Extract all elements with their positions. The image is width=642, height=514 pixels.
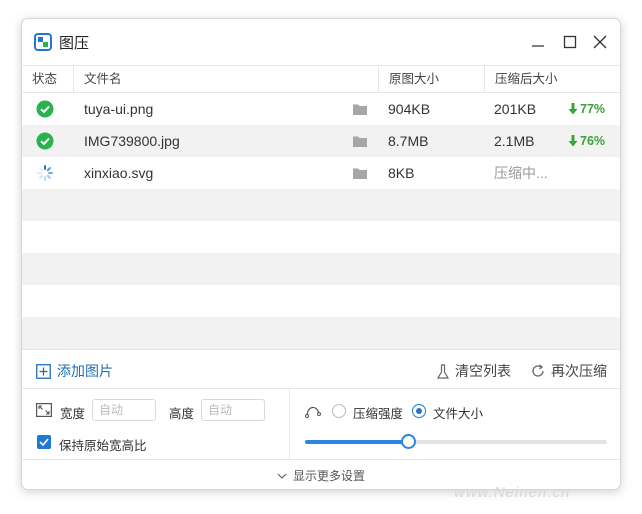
reduction-ratio-value: 76% — [580, 134, 606, 148]
minimize-button[interactable] — [528, 32, 548, 52]
chevron-down-icon — [277, 473, 287, 479]
add-image-label: 添加图片 — [57, 363, 113, 379]
close-button[interactable] — [590, 32, 610, 52]
mode-quality-radio[interactable] — [332, 404, 346, 418]
window-title: 图压 — [59, 35, 90, 52]
column-header-name[interactable]: 文件名 — [74, 66, 379, 93]
column-header-status[interactable]: 状态 — [22, 66, 74, 93]
settings-panel: 宽度 高度 保持原始宽高比 压缩强度 文件大小 — [22, 388, 620, 460]
app-window: 图压 状态 文件名 原图大小 压缩后大小 tuya-ui.png 904KB 2… — [21, 18, 621, 490]
slider-fill — [305, 440, 408, 444]
reduction-ratio: 77% — [568, 93, 605, 125]
mode-quality-label: 压缩强度 — [353, 407, 404, 421]
file-name: IMG739800.jpg — [84, 133, 180, 149]
curve-tool-icon — [305, 406, 321, 418]
folder-icon[interactable] — [353, 125, 367, 157]
arrow-down-icon — [568, 135, 578, 147]
loading-spinner-icon — [36, 157, 58, 189]
reduction-ratio: 76% — [568, 125, 605, 157]
table-row[interactable]: tuya-ui.png 904KB 201KB 77% — [22, 93, 620, 125]
minimize-icon — [532, 45, 544, 47]
success-check-icon — [36, 125, 58, 157]
height-input[interactable] — [201, 399, 265, 421]
mode-size-radio[interactable] — [412, 404, 426, 418]
resize-icon — [36, 403, 52, 417]
action-toolbar: 添加图片 清空列表 再次压缩 — [22, 349, 620, 388]
broom-icon — [437, 363, 449, 379]
original-size: 8KB — [388, 165, 415, 181]
recompress-label: 再次压缩 — [551, 363, 607, 379]
keep-ratio-label: 保持原始宽高比 — [59, 439, 147, 453]
keep-ratio-checkbox[interactable] — [37, 435, 51, 449]
check-icon — [39, 438, 49, 446]
add-box-icon — [36, 363, 51, 379]
slider-thumb[interactable] — [400, 434, 416, 449]
recompress-button[interactable]: 再次压缩 — [531, 361, 607, 381]
empty-row — [22, 253, 620, 285]
clear-list-button[interactable]: 清空列表 — [437, 361, 511, 381]
compression-slider[interactable] — [305, 434, 607, 449]
original-size: 904KB — [388, 101, 431, 117]
maximize-button[interactable] — [560, 32, 580, 52]
table-header: 状态 文件名 原图大小 压缩后大小 — [22, 65, 620, 93]
file-list: tuya-ui.png 904KB 201KB 77% IMG739800.jp… — [22, 93, 620, 349]
folder-icon[interactable] — [353, 157, 367, 189]
close-icon — [593, 35, 607, 49]
maximize-icon — [563, 35, 577, 49]
size-settings: 宽度 高度 保持原始宽高比 — [22, 389, 290, 460]
compressed-size: 2.1MB — [494, 133, 535, 149]
show-more-settings-label: 显示更多设置 — [292, 469, 365, 483]
width-label: 宽度 — [60, 407, 86, 421]
app-logo-icon — [34, 33, 52, 51]
original-size: 8.7MB — [388, 133, 429, 149]
folder-icon[interactable] — [353, 93, 367, 125]
empty-row — [22, 221, 620, 253]
compressed-size: 201KB — [494, 101, 537, 117]
title-bar: 图压 — [22, 19, 620, 65]
add-image-button[interactable]: 添加图片 — [36, 361, 113, 381]
width-input[interactable] — [92, 399, 156, 421]
reduction-ratio-value: 77% — [580, 102, 606, 116]
refresh-icon — [532, 364, 544, 377]
compressing-status: 压缩中... — [494, 165, 548, 181]
empty-row — [22, 189, 620, 221]
success-check-icon — [36, 93, 58, 125]
table-row[interactable]: IMG739800.jpg 8.7MB 2.1MB 76% — [22, 125, 620, 157]
table-row[interactable]: xinxiao.svg 8KB 压缩中... — [22, 157, 620, 189]
arrow-down-icon — [568, 103, 578, 115]
empty-row — [22, 317, 620, 349]
empty-row — [22, 285, 620, 317]
compression-settings: 压缩强度 文件大小 — [290, 389, 620, 460]
mode-size-label: 文件大小 — [433, 407, 484, 421]
file-name: xinxiao.svg — [84, 165, 154, 181]
clear-list-label: 清空列表 — [455, 363, 511, 379]
watermark-text: www.Neinen.cn — [454, 484, 571, 501]
column-header-original-size[interactable]: 原图大小 — [379, 66, 485, 93]
height-label: 高度 — [169, 407, 195, 421]
file-name: tuya-ui.png — [84, 101, 154, 117]
column-header-compressed-size[interactable]: 压缩后大小 — [485, 66, 620, 93]
